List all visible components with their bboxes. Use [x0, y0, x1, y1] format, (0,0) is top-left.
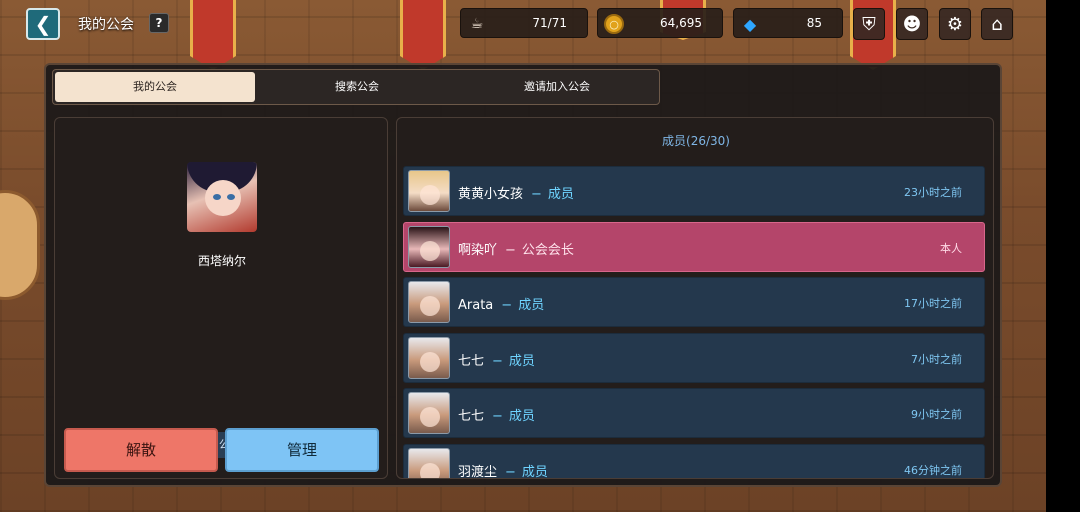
guild-shield-icon[interactable]: ⛨: [853, 8, 885, 40]
member-role: 成员: [508, 353, 535, 369]
role-separator: −: [492, 409, 503, 424]
top-bar: ❮ 我的公会 ? ☕ 71/71 ○ 64,695 ◆ 85 ⛨ ☻ ⚙ ⌂: [0, 0, 1046, 48]
member-last-seen: 本人: [940, 241, 962, 255]
back-arrow-icon: ❮: [34, 12, 52, 36]
member-row[interactable]: 七七 − 成员 7小时之前: [403, 332, 985, 383]
member-role: 成员: [547, 187, 574, 202]
member-name: 黄黄小女孩: [458, 187, 524, 202]
member-list-card: 成员(26/30) 黄黄小女孩 − 成员 23小时之前 啊染吖 − 公会会长 本人 Ar…: [396, 117, 994, 479]
role-separator: −: [505, 464, 516, 479]
gem-value: 85: [806, 16, 822, 30]
role-separator: −: [501, 298, 513, 313]
member-name: 啊染吖: [458, 242, 498, 258]
member-avatar: [408, 336, 450, 379]
member-last-seen: 17小时之前: [904, 297, 962, 310]
member-name: 七七: [458, 353, 485, 369]
tab-my-guild[interactable]: 我的公会: [55, 72, 255, 102]
member-avatar: [408, 225, 450, 268]
guild-panel: 我的公会 搜索公会 邀请加入公会 西塔纳尔 公开 解散 管理 成员(26/30)…: [44, 63, 1002, 487]
member-role: 成员: [508, 409, 535, 424]
gem-counter: ◆ 85: [733, 8, 843, 38]
role-separator: −: [492, 353, 503, 369]
member-last-seen: 46分钟之前: [904, 463, 962, 477]
member-name: 七七: [458, 409, 485, 424]
home-icon[interactable]: ⌂: [981, 8, 1013, 40]
member-avatar: [408, 281, 450, 323]
background-table: [0, 190, 40, 300]
guild-info-card: 西塔纳尔 公开: [54, 117, 388, 479]
page-title: 我的公会: [78, 17, 134, 33]
member-list[interactable]: 黄黄小女孩 − 成员 23小时之前 啊染吖 − 公会会长 本人 Arata − 成员 17小…: [403, 166, 985, 479]
member-avatar: [408, 447, 450, 478]
member-role: 公会会长: [521, 242, 574, 258]
member-row[interactable]: 羽渡尘 − 成员 46分钟之前: [403, 443, 985, 479]
manage-button[interactable]: 管理: [225, 428, 379, 472]
member-avatar: [408, 392, 450, 434]
member-row[interactable]: Arata − 成员 17小时之前: [403, 277, 985, 327]
guild-emblem: [187, 162, 257, 232]
tab-bar: 我的公会 搜索公会 邀请加入公会: [52, 69, 660, 105]
gold-counter: ○ 64,695: [597, 8, 723, 38]
member-last-seen: 7小时之前: [911, 352, 962, 366]
character-face-icon[interactable]: ☻: [896, 8, 928, 40]
member-name: 羽渡尘: [458, 464, 498, 479]
member-row-self[interactable]: 啊染吖 − 公会会长 本人: [403, 221, 985, 272]
disband-button[interactable]: 解散: [64, 428, 218, 472]
member-role: 成员: [518, 298, 545, 313]
screen-edge: [1046, 0, 1080, 512]
help-button[interactable]: ?: [149, 13, 169, 33]
member-avatar: [408, 170, 450, 212]
stamina-counter: ☕ 71/71: [460, 8, 588, 38]
tab-search-guild[interactable]: 搜索公会: [257, 72, 457, 102]
member-count: 成员(26/30): [662, 134, 730, 148]
back-button[interactable]: ❮: [26, 8, 60, 40]
gold-coin-icon: ○: [604, 14, 624, 34]
member-name: Arata: [458, 298, 494, 313]
role-separator: −: [531, 187, 542, 202]
member-role: 成员: [521, 464, 548, 479]
tab-invite-guild[interactable]: 邀请加入公会: [457, 72, 657, 102]
member-last-seen: 9小时之前: [911, 408, 962, 421]
guild-name: 西塔纳尔: [197, 254, 246, 268]
member-row[interactable]: 七七 − 成员 9小时之前: [403, 388, 985, 438]
stamina-value: 71/71: [532, 16, 567, 30]
member-last-seen: 23小时之前: [904, 186, 962, 199]
coffee-cup-icon: ☕: [470, 16, 484, 32]
settings-gear-icon[interactable]: ⚙: [939, 8, 971, 40]
role-separator: −: [505, 242, 516, 258]
member-row[interactable]: 黄黄小女孩 − 成员 23小时之前: [403, 166, 985, 216]
diamond-icon: ◆: [743, 14, 757, 34]
gold-value: 64,695: [660, 16, 702, 30]
